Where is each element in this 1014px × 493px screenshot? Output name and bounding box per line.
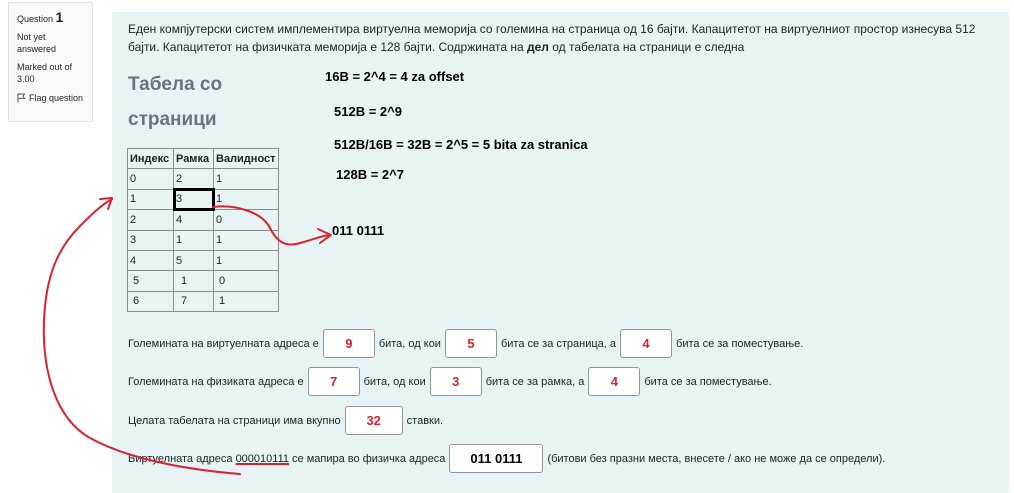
question-content-panel: Еден компјутерски систем имплементира ви… (112, 12, 1009, 493)
physical-offset-bits-input[interactable]: 4 (588, 367, 641, 396)
address-mapping-row: Виртуелната адреса 000010111 се мапира в… (128, 444, 885, 473)
row-label: Целата табелата на страници има вкупно (128, 414, 341, 427)
flag-icon (17, 93, 26, 103)
physical-address-input[interactable]: 011 0111 (449, 444, 544, 473)
virtual-address-size-input[interactable]: 9 (322, 329, 375, 358)
table-cell: 1 (173, 270, 214, 292)
row-label: Големината на виртуелната адреса е (128, 337, 319, 350)
question-text-part: од табелата на страници е следна (548, 40, 745, 54)
page-table-header: Рамка (173, 147, 214, 170)
row-label: бита се за рамка, а (485, 375, 585, 388)
row-label: Виртуелната адреса (128, 452, 236, 465)
table-cell: 1 (213, 249, 279, 272)
physical-address-row: Големината на физиката адреса е 7 бита, … (128, 367, 772, 396)
table-cell: 1 (213, 229, 279, 251)
table-row: 311 (127, 229, 279, 251)
offset-bits-input[interactable]: 4 (620, 329, 673, 358)
row-label: бита се за поместување. (644, 375, 772, 388)
table-entries-row: Целата табелата на страници има вкупно 3… (128, 406, 443, 435)
annotation-note-physical: 128B = 2^7 (336, 167, 404, 182)
question-text: Еден компјутерски систем имплементира ви… (128, 20, 988, 56)
table-cell: 6 (127, 290, 174, 313)
question-status: Not yet answered (17, 32, 57, 54)
table-heading-line1: Табела со (128, 74, 223, 95)
table-row: 510 (127, 270, 279, 292)
table-row: 671 (127, 290, 279, 313)
table-cell: 1 (213, 168, 279, 190)
annotation-note-offset: 16B = 2^4 = 4 za offset (325, 69, 465, 84)
table-row: 021 (127, 168, 279, 190)
flag-question-link[interactable]: Flag question (17, 92, 86, 104)
row-label: Големината на физиката адреса е (128, 375, 304, 388)
question-info-box: Question 1 Not yet answered Marked out o… (8, 2, 93, 122)
table-row: 131 (127, 188, 279, 211)
table-cell: 2 (127, 209, 174, 231)
table-row: 240 (127, 209, 279, 231)
page-table-header: Валидност (213, 147, 279, 170)
question-text-line2: бајти. Капацитетот на физичката меморија… (128, 38, 988, 56)
table-cell: 1 (173, 229, 214, 251)
row-label: се мапира во физичка адреса (289, 452, 446, 465)
table-cell: 0 (213, 209, 279, 231)
row-label: (битови без празни места, внесете / ако … (547, 452, 886, 465)
table-cell: 0 (213, 270, 279, 292)
question-label: Question (17, 14, 54, 24)
page-table-header-row: Индекс Рамка Валидност (127, 147, 279, 170)
table-cell: 1 (127, 188, 174, 211)
page-table: Индекс Рамка Валидност 021 131 240 311 4… (127, 147, 279, 313)
row-label: бита се за поместување. (676, 337, 804, 350)
table-cell: 3 (127, 229, 174, 251)
annotation-note-result: 011 0111 (332, 223, 385, 238)
question-number: Question 1 (17, 9, 86, 25)
table-cell: 4 (127, 249, 174, 272)
row-label: бита, од кои (363, 375, 426, 388)
question-text-bold: дел (527, 40, 549, 54)
table-cell: 4 (173, 209, 214, 231)
table-cell: 5 (127, 270, 174, 292)
frame-bits-input[interactable]: 3 (429, 367, 482, 396)
table-cell: 5 (173, 249, 214, 272)
annotation-arrowhead-index (99, 197, 113, 210)
question-marks: Marked out of 3.00 (17, 62, 73, 84)
table-row: 451 (127, 249, 279, 272)
annotation-note-virtual: 512B = 2^9 (334, 104, 402, 119)
question-text-part: бајти. Капацитетот на физичката меморија… (128, 40, 528, 54)
table-heading-line2: страници (128, 109, 217, 130)
row-label: бита се за страница, а (500, 337, 617, 350)
table-entries-input[interactable]: 32 (344, 406, 403, 435)
annotation-note-pages: 512B/16B = 32B = 2^5 = 5 bita za stranic… (334, 137, 588, 152)
flag-question-label: Flag question (29, 93, 84, 103)
highlighted-frame-cell: 3 (172, 188, 215, 211)
page-bits-input[interactable]: 5 (444, 329, 497, 358)
table-cell: 1 (213, 188, 279, 211)
question-number-value: 1 (55, 9, 64, 25)
virtual-address-value: 000010111 (235, 452, 289, 465)
row-label: ставки. (406, 414, 444, 427)
virtual-address-row: Големината на виртуелната адреса е 9 бит… (128, 329, 803, 358)
table-cell: 0 (127, 168, 174, 190)
table-cell: 7 (173, 290, 214, 313)
table-cell: 1 (213, 290, 279, 313)
row-label: бита, од кои (378, 337, 441, 350)
table-cell: 2 (173, 168, 214, 190)
question-text-line1: Еден компјутерски систем имплементира ви… (128, 22, 976, 36)
physical-address-size-input[interactable]: 7 (307, 367, 360, 396)
page-table-header: Индекс (127, 147, 174, 170)
